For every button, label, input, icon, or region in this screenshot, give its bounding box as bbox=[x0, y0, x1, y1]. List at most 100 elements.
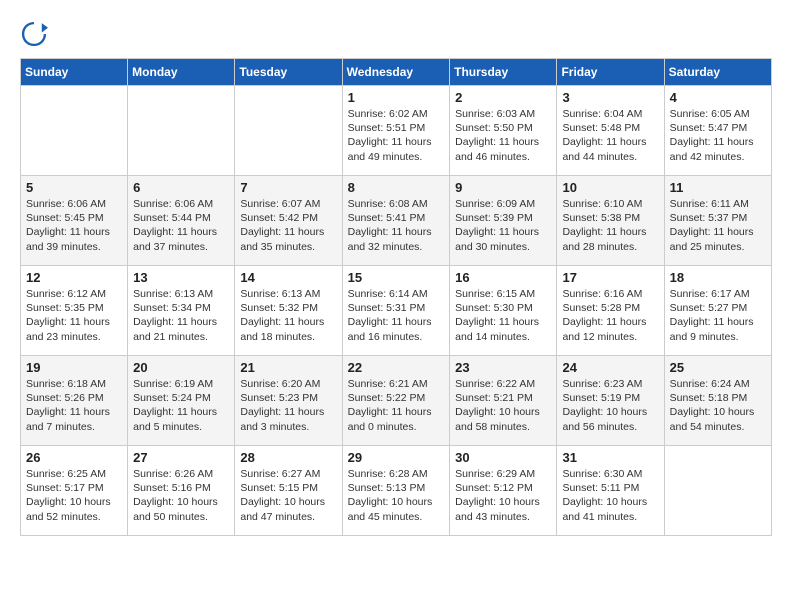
day-number: 26 bbox=[26, 450, 122, 465]
logo-icon bbox=[20, 20, 48, 48]
day-number: 22 bbox=[348, 360, 445, 375]
cell-content: Sunrise: 6:22 AM Sunset: 5:21 PM Dayligh… bbox=[455, 377, 551, 434]
calendar-week-row: 1 Sunrise: 6:02 AM Sunset: 5:51 PM Daylig… bbox=[21, 86, 772, 176]
day-number: 23 bbox=[455, 360, 551, 375]
day-number: 5 bbox=[26, 180, 122, 195]
calendar-cell: 9 Sunrise: 6:09 AM Sunset: 5:39 PM Daylig… bbox=[450, 176, 557, 266]
cell-content: Sunrise: 6:23 AM Sunset: 5:19 PM Dayligh… bbox=[562, 377, 658, 434]
calendar-cell: 18 Sunrise: 6:17 AM Sunset: 5:27 PM Dayli… bbox=[664, 266, 771, 356]
calendar-cell: 15 Sunrise: 6:14 AM Sunset: 5:31 PM Dayli… bbox=[342, 266, 450, 356]
calendar-cell bbox=[21, 86, 128, 176]
day-number: 14 bbox=[240, 270, 336, 285]
calendar-cell: 14Sunrise: 6:13 AM Sunset: 5:32 PM Dayli… bbox=[235, 266, 342, 356]
cell-content: Sunrise: 6:19 AM Sunset: 5:24 PM Dayligh… bbox=[133, 377, 229, 434]
cell-content: Sunrise: 6:20 AM Sunset: 5:23 PM Dayligh… bbox=[240, 377, 336, 434]
calendar-cell: 12 Sunrise: 6:12 AM Sunset: 5:35 PM Dayli… bbox=[21, 266, 128, 356]
cell-content: Sunrise: 6:17 AM Sunset: 5:27 PM Dayligh… bbox=[670, 287, 766, 344]
calendar-cell: 29 Sunrise: 6:28 AM Sunset: 5:13 PM Dayli… bbox=[342, 446, 450, 536]
cell-content: Sunrise: 6:21 AM Sunset: 5:22 PM Dayligh… bbox=[348, 377, 445, 434]
calendar-cell: 22 Sunrise: 6:21 AM Sunset: 5:22 PM Dayli… bbox=[342, 356, 450, 446]
cell-content: Sunrise: 6:10 AM Sunset: 5:38 PM Dayligh… bbox=[562, 197, 658, 254]
cell-content: Sunrise: 6:03 AM Sunset: 5:50 PM Dayligh… bbox=[455, 107, 551, 164]
cell-content: Sunrise: 6:14 AM Sunset: 5:31 PM Dayligh… bbox=[348, 287, 445, 344]
cell-content: Sunrise: 6:02 AM Sunset: 5:51 PM Dayligh… bbox=[348, 107, 445, 164]
day-header-monday: Monday bbox=[128, 59, 235, 86]
cell-content: Sunrise: 6:29 AM Sunset: 5:12 PM Dayligh… bbox=[455, 467, 551, 524]
page-header bbox=[20, 20, 772, 48]
day-number: 28 bbox=[240, 450, 336, 465]
calendar-cell: 8Sunrise: 6:08 AM Sunset: 5:41 PM Daylig… bbox=[342, 176, 450, 266]
calendar-week-row: 19Sunrise: 6:18 AM Sunset: 5:26 PM Dayli… bbox=[21, 356, 772, 446]
cell-content: Sunrise: 6:26 AM Sunset: 5:16 PM Dayligh… bbox=[133, 467, 229, 524]
cell-content: Sunrise: 6:15 AM Sunset: 5:30 PM Dayligh… bbox=[455, 287, 551, 344]
day-header-saturday: Saturday bbox=[664, 59, 771, 86]
cell-content: Sunrise: 6:25 AM Sunset: 5:17 PM Dayligh… bbox=[26, 467, 122, 524]
calendar-cell bbox=[235, 86, 342, 176]
calendar-cell: 4 Sunrise: 6:05 AM Sunset: 5:47 PM Daylig… bbox=[664, 86, 771, 176]
cell-content: Sunrise: 6:06 AM Sunset: 5:44 PM Dayligh… bbox=[133, 197, 229, 254]
day-header-friday: Friday bbox=[557, 59, 664, 86]
cell-content: Sunrise: 6:04 AM Sunset: 5:48 PM Dayligh… bbox=[562, 107, 658, 164]
day-number: 29 bbox=[348, 450, 445, 465]
cell-content: Sunrise: 6:27 AM Sunset: 5:15 PM Dayligh… bbox=[240, 467, 336, 524]
day-number: 20 bbox=[133, 360, 229, 375]
day-header-thursday: Thursday bbox=[450, 59, 557, 86]
day-number: 15 bbox=[348, 270, 445, 285]
cell-content: Sunrise: 6:12 AM Sunset: 5:35 PM Dayligh… bbox=[26, 287, 122, 344]
day-number: 2 bbox=[455, 90, 551, 105]
calendar-cell: 6 Sunrise: 6:06 AM Sunset: 5:44 PM Daylig… bbox=[128, 176, 235, 266]
cell-content: Sunrise: 6:11 AM Sunset: 5:37 PM Dayligh… bbox=[670, 197, 766, 254]
calendar-cell: 28 Sunrise: 6:27 AM Sunset: 5:15 PM Dayli… bbox=[235, 446, 342, 536]
calendar-cell: 13Sunrise: 6:13 AM Sunset: 5:34 PM Dayli… bbox=[128, 266, 235, 356]
calendar-cell: 17 Sunrise: 6:16 AM Sunset: 5:28 PM Dayli… bbox=[557, 266, 664, 356]
calendar-cell: 7 Sunrise: 6:07 AM Sunset: 5:42 PM Daylig… bbox=[235, 176, 342, 266]
calendar-cell: 19Sunrise: 6:18 AM Sunset: 5:26 PM Dayli… bbox=[21, 356, 128, 446]
calendar-cell: 10 Sunrise: 6:10 AM Sunset: 5:38 PM Dayli… bbox=[557, 176, 664, 266]
day-number: 6 bbox=[133, 180, 229, 195]
calendar-week-row: 12 Sunrise: 6:12 AM Sunset: 5:35 PM Dayli… bbox=[21, 266, 772, 356]
calendar-cell: 5 Sunrise: 6:06 AM Sunset: 5:45 PM Daylig… bbox=[21, 176, 128, 266]
cell-content: Sunrise: 6:07 AM Sunset: 5:42 PM Dayligh… bbox=[240, 197, 336, 254]
cell-content: Sunrise: 6:05 AM Sunset: 5:47 PM Dayligh… bbox=[670, 107, 766, 164]
day-number: 31 bbox=[562, 450, 658, 465]
calendar-cell: 2 Sunrise: 6:03 AM Sunset: 5:50 PM Daylig… bbox=[450, 86, 557, 176]
day-number: 19 bbox=[26, 360, 122, 375]
cell-content: Sunrise: 6:24 AM Sunset: 5:18 PM Dayligh… bbox=[670, 377, 766, 434]
calendar-cell bbox=[664, 446, 771, 536]
day-header-wednesday: Wednesday bbox=[342, 59, 450, 86]
day-number: 7 bbox=[240, 180, 336, 195]
day-number: 27 bbox=[133, 450, 229, 465]
calendar-header-row: SundayMondayTuesdayWednesdayThursdayFrid… bbox=[21, 59, 772, 86]
calendar-cell: 1 Sunrise: 6:02 AM Sunset: 5:51 PM Daylig… bbox=[342, 86, 450, 176]
day-number: 16 bbox=[455, 270, 551, 285]
calendar-cell: 11 Sunrise: 6:11 AM Sunset: 5:37 PM Dayli… bbox=[664, 176, 771, 266]
day-header-tuesday: Tuesday bbox=[235, 59, 342, 86]
cell-content: Sunrise: 6:30 AM Sunset: 5:11 PM Dayligh… bbox=[562, 467, 658, 524]
calendar-table: SundayMondayTuesdayWednesdayThursdayFrid… bbox=[20, 58, 772, 536]
day-number: 9 bbox=[455, 180, 551, 195]
day-number: 10 bbox=[562, 180, 658, 195]
day-number: 18 bbox=[670, 270, 766, 285]
day-number: 11 bbox=[670, 180, 766, 195]
day-number: 25 bbox=[670, 360, 766, 375]
day-number: 17 bbox=[562, 270, 658, 285]
calendar-cell: 21 Sunrise: 6:20 AM Sunset: 5:23 PM Dayli… bbox=[235, 356, 342, 446]
cell-content: Sunrise: 6:13 AM Sunset: 5:34 PM Dayligh… bbox=[133, 287, 229, 344]
calendar-cell: 3 Sunrise: 6:04 AM Sunset: 5:48 PM Daylig… bbox=[557, 86, 664, 176]
cell-content: Sunrise: 6:28 AM Sunset: 5:13 PM Dayligh… bbox=[348, 467, 445, 524]
calendar-cell: 30Sunrise: 6:29 AM Sunset: 5:12 PM Dayli… bbox=[450, 446, 557, 536]
day-number: 4 bbox=[670, 90, 766, 105]
day-number: 1 bbox=[348, 90, 445, 105]
day-number: 8 bbox=[348, 180, 445, 195]
calendar-cell bbox=[128, 86, 235, 176]
day-number: 12 bbox=[26, 270, 122, 285]
day-number: 21 bbox=[240, 360, 336, 375]
calendar-cell: 26 Sunrise: 6:25 AM Sunset: 5:17 PM Dayli… bbox=[21, 446, 128, 536]
cell-content: Sunrise: 6:16 AM Sunset: 5:28 PM Dayligh… bbox=[562, 287, 658, 344]
day-header-sunday: Sunday bbox=[21, 59, 128, 86]
calendar-cell: 24Sunrise: 6:23 AM Sunset: 5:19 PM Dayli… bbox=[557, 356, 664, 446]
day-number: 3 bbox=[562, 90, 658, 105]
calendar-cell: 16 Sunrise: 6:15 AM Sunset: 5:30 PM Dayli… bbox=[450, 266, 557, 356]
cell-content: Sunrise: 6:09 AM Sunset: 5:39 PM Dayligh… bbox=[455, 197, 551, 254]
cell-content: Sunrise: 6:06 AM Sunset: 5:45 PM Dayligh… bbox=[26, 197, 122, 254]
